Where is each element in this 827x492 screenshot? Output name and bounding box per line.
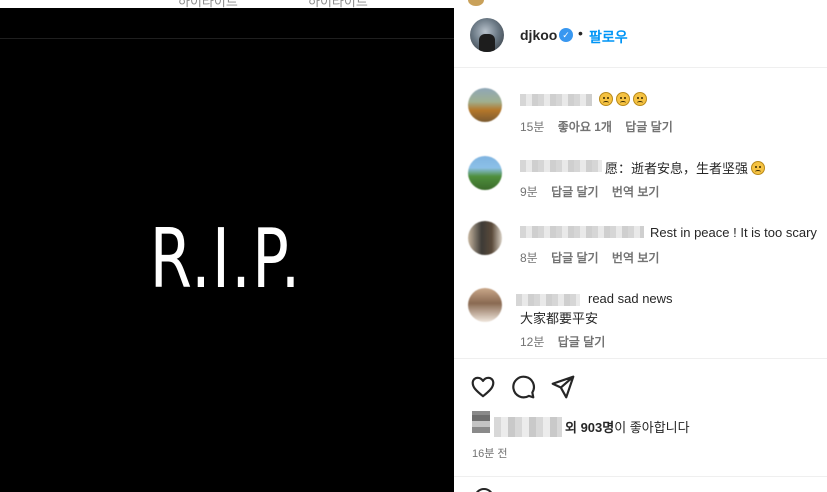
likes-summary[interactable]: 외 903명이 좋아합니다 [565,417,690,436]
background-tab-strip: 하이라이트 하이라이트 [0,0,454,8]
commenter-username[interactable] [520,94,592,106]
comment-text-body: Rest in peace ! It is too scary [650,225,817,240]
commenter-avatar[interactable] [468,88,502,122]
background-tab-label: 하이라이트 [178,0,238,8]
liker-avatar[interactable] [472,411,490,433]
comment-meta: 9분 답글 달기 번역 보기 [520,183,669,200]
comment-text [596,92,647,107]
comment-meta: 15분 좋아요 1개 답글 달기 [520,118,683,135]
comment-meta: 12분 답글 달기 [520,333,615,350]
comment-likes[interactable]: 좋아요 1개 [558,120,612,134]
reply-button[interactable]: 답글 달기 [551,185,599,199]
sad-face-icon [633,92,647,106]
commenter-username[interactable] [516,294,580,306]
post-image[interactable]: R.I.P. [0,8,454,492]
liker-username[interactable] [494,417,562,437]
divider [0,38,454,39]
comment-text-body: 愿：逝者安息，生者坚强 [605,161,749,176]
likes-suffix: 이 좋아합니다 [614,420,690,435]
comment-input-bar[interactable] [454,476,827,492]
post-actions: 외 903명이 좋아합니다 16분 전 [454,358,827,476]
comments-panel: djkoo ✓ • 팔로우 15분 좋아요 1개 답글 달기 愿：逝者安息，生者… [454,0,827,492]
comment-text-line2: 大家都要平安 [520,311,599,326]
comment-text-body: read sad news [588,291,673,306]
post-image-text: R.I.P. [149,212,302,307]
see-translation-button[interactable]: 번역 보기 [612,185,660,199]
sad-face-icon [599,92,613,106]
reply-button[interactable]: 답글 달기 [558,335,606,349]
background-tab-label: 하이라이트 [308,0,368,8]
post-timestamp: 16분 전 [472,448,508,460]
separator-dot: • [578,25,583,41]
follow-button[interactable]: 팔로우 [589,27,628,47]
comment-text: read sad news [588,291,673,306]
comment-text: Rest in peace ! It is too scary [650,225,817,240]
author-username[interactable]: djkoo [520,27,557,43]
commenter-username[interactable] [520,160,602,172]
sad-face-icon [616,92,630,106]
sad-face-icon [751,161,766,175]
comment-icon[interactable] [510,374,536,400]
see-translation-button[interactable]: 번역 보기 [612,251,660,265]
comment-text: 愿：逝者安息，生者坚强 [605,158,766,177]
author-avatar[interactable] [470,18,504,52]
comment-time: 8분 [520,251,538,265]
instagram-post-modal: 하이라이트 하이라이트 R.I.P. djkoo ✓ • 팔로우 15분 좋아요… [0,0,827,492]
post-header: djkoo ✓ • 팔로우 [454,0,827,68]
commenter-avatar[interactable] [468,156,502,190]
emoji-icon[interactable] [474,488,494,492]
comment-meta: 8분 답글 달기 번역 보기 [520,249,669,266]
comment-list[interactable]: 15분 좋아요 1개 답글 달기 愿：逝者安息，生者坚强 9분 답글 달기 번역… [454,68,827,358]
comment-time: 15분 [520,120,545,134]
reply-button[interactable]: 답글 달기 [625,120,673,134]
likes-count[interactable]: 외 903명 [565,420,614,435]
comment-time: 9분 [520,185,538,199]
reply-button[interactable]: 답글 달기 [551,251,599,265]
send-icon[interactable] [550,374,576,400]
heart-icon[interactable] [470,374,496,400]
comment-time: 12분 [520,335,545,349]
commenter-avatar[interactable] [468,288,502,322]
commenter-avatar[interactable] [468,221,502,255]
commenter-username[interactable] [520,226,644,238]
verified-badge-icon: ✓ [559,28,573,42]
